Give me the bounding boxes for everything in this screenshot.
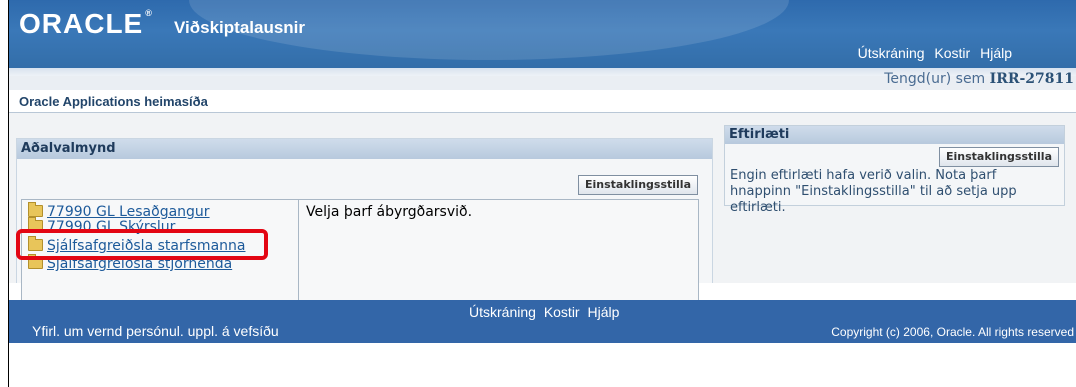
favorites-message: Engin eftirlæti hafa verið valin. Nota þ… [730, 168, 1017, 215]
footer: Útskráning Kostir Hjálp Yfirl. um vernd … [9, 300, 1076, 343]
highlight-annotation [16, 229, 268, 260]
select-responsibility-message: Velja þarf ábyrgðarsvið. [306, 204, 473, 220]
footer-logout-link[interactable]: Útskráning [469, 304, 536, 320]
favorites-personalize-button[interactable]: Einstaklingsstilla [939, 147, 1059, 167]
favorites-title: Eftirlæti [725, 126, 1064, 144]
main-menu-body: Einstaklingsstilla 77990 GL Lesaðgangur … [17, 159, 712, 309]
footer-preferences-link[interactable]: Kostir [544, 304, 580, 320]
page-title: Oracle Applications heimasíða [19, 94, 208, 109]
global-nav: Útskráning Kostir Hjálp [852, 45, 1012, 61]
footer-nav: Útskráning Kostir Hjálp [469, 304, 623, 320]
main-menu-title: Aðalvalmynd [17, 139, 712, 159]
favorites-panel: Eftirlæti Einstaklingsstilla Engin eftir… [724, 125, 1065, 215]
oracle-logo: ORACLE ® [19, 8, 153, 39]
logout-link[interactable]: Útskráning [858, 45, 925, 61]
global-header: ORACLE ® Viðskiptalausnir Útskráning Kost… [9, 0, 1076, 68]
user-name: IRR-27811 [989, 71, 1074, 87]
page-title-row: Oracle Applications heimasíða [9, 92, 1076, 113]
responsibility-gl-read-access[interactable]: 77990 GL Lesaðgangur [28, 202, 210, 220]
responsibility-label: 77990 GL Lesaðgangur [47, 204, 210, 220]
menu-divider [298, 200, 299, 308]
main-menu-panel: Aðalvalmynd Einstaklingsstilla 77990 GL … [16, 138, 713, 309]
help-link[interactable]: Hjálp [980, 45, 1012, 61]
logged-in-label: Tengd(ur) sem [884, 71, 986, 87]
app-title: Viðskiptalausnir [174, 18, 306, 37]
copyright-text: Copyright (c) 2006, Oracle. All rights r… [831, 325, 1074, 339]
privacy-statement-link[interactable]: Yfirl. um vernd persónul. uppl. á vefsíð… [32, 323, 279, 339]
main-menu-personalize-button[interactable]: Einstaklingsstilla [578, 175, 698, 195]
folder-icon [28, 202, 43, 217]
preferences-link[interactable]: Kostir [934, 45, 970, 61]
footer-help-link[interactable]: Hjálp [588, 304, 620, 320]
user-info: Tengd(ur) sem IRR-27811 [884, 71, 1074, 87]
